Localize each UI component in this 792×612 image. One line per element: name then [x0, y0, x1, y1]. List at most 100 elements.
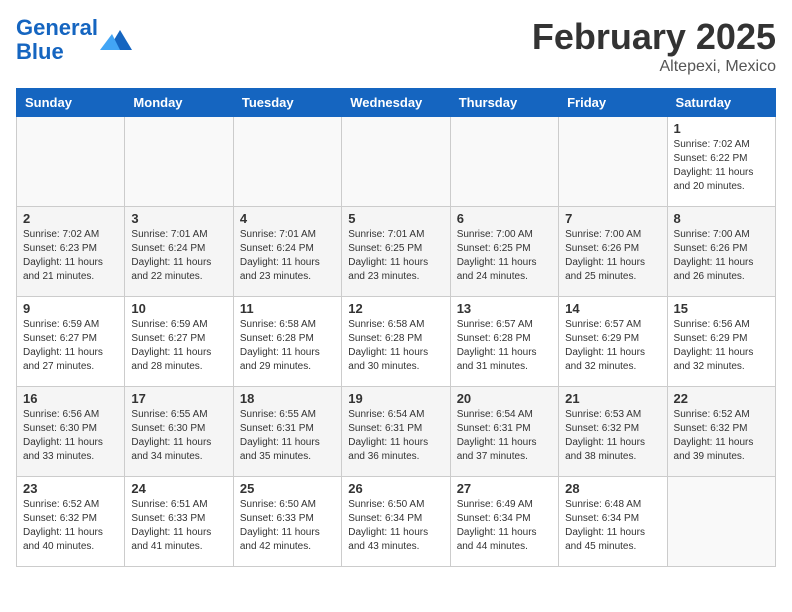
calendar-cell	[233, 117, 341, 207]
day-number: 8	[674, 211, 769, 226]
day-info: Sunrise: 6:59 AMSunset: 6:27 PMDaylight:…	[131, 318, 226, 374]
day-info: Sunrise: 6:52 AMSunset: 6:32 PMDaylight:…	[674, 408, 769, 464]
calendar-cell: 3 Sunrise: 7:01 AMSunset: 6:24 PMDaylight…	[125, 207, 233, 297]
page-header: General Blue February 2025 Altepexi, Mex…	[16, 16, 776, 76]
day-info: Sunrise: 6:48 AMSunset: 6:34 PMDaylight:…	[565, 498, 660, 554]
calendar-cell: 28 Sunrise: 6:48 AMSunset: 6:34 PMDayligh…	[559, 477, 667, 567]
logo-icon	[100, 26, 132, 54]
day-header-tuesday: Tuesday	[233, 89, 341, 117]
calendar-cell: 17Sunrise: 6:55 AMSunset: 6:30 PMDayligh…	[125, 387, 233, 477]
day-info: Sunrise: 7:02 AMSunset: 6:22 PMDaylight:…	[674, 138, 769, 194]
day-info: Sunrise: 6:59 AMSunset: 6:27 PMDaylight:…	[23, 318, 118, 374]
calendar-cell: 1 Sunrise: 7:02 AMSunset: 6:22 PMDaylight…	[667, 117, 775, 207]
day-info: Sunrise: 6:58 AMSunset: 6:28 PMDaylight:…	[240, 318, 335, 374]
day-info: Sunrise: 6:50 AMSunset: 6:33 PMDaylight:…	[240, 498, 335, 554]
day-number: 14	[565, 301, 660, 316]
day-info: Sunrise: 7:01 AMSunset: 6:24 PMDaylight:…	[131, 228, 226, 284]
day-info: Sunrise: 6:55 AMSunset: 6:31 PMDaylight:…	[240, 408, 335, 464]
day-header-saturday: Saturday	[667, 89, 775, 117]
day-number: 28	[565, 481, 660, 496]
calendar-subtitle: Altepexi, Mexico	[532, 58, 776, 76]
day-info: Sunrise: 6:54 AMSunset: 6:31 PMDaylight:…	[348, 408, 443, 464]
day-number: 13	[457, 301, 552, 316]
calendar-cell: 18 Sunrise: 6:55 AMSunset: 6:31 PMDayligh…	[233, 387, 341, 477]
day-header-wednesday: Wednesday	[342, 89, 450, 117]
calendar-cell	[450, 117, 558, 207]
day-info: Sunrise: 6:56 AMSunset: 6:29 PMDaylight:…	[674, 318, 769, 374]
day-info: Sunrise: 6:49 AMSunset: 6:34 PMDaylight:…	[457, 498, 552, 554]
day-info: Sunrise: 7:00 AMSunset: 6:26 PMDaylight:…	[674, 228, 769, 284]
calendar-cell: 27 Sunrise: 6:49 AMSunset: 6:34 PMDayligh…	[450, 477, 558, 567]
day-number: 16	[23, 391, 118, 406]
calendar-table: SundayMondayTuesdayWednesdayThursdayFrid…	[16, 88, 776, 567]
calendar-cell: 26 Sunrise: 6:50 AMSunset: 6:34 PMDayligh…	[342, 477, 450, 567]
calendar-cell: 20 Sunrise: 6:54 AMSunset: 6:31 PMDayligh…	[450, 387, 558, 477]
day-number: 23	[23, 481, 118, 496]
day-info: Sunrise: 6:54 AMSunset: 6:31 PMDaylight:…	[457, 408, 552, 464]
calendar-cell: 4 Sunrise: 7:01 AMSunset: 6:24 PMDaylight…	[233, 207, 341, 297]
calendar-cell: 6Sunrise: 7:00 AMSunset: 6:25 PMDaylight…	[450, 207, 558, 297]
calendar-cell: 8 Sunrise: 7:00 AMSunset: 6:26 PMDaylight…	[667, 207, 775, 297]
week-row-3: 9 Sunrise: 6:59 AMSunset: 6:27 PMDaylight…	[17, 297, 776, 387]
calendar-cell	[125, 117, 233, 207]
day-number: 7	[565, 211, 660, 226]
day-info: Sunrise: 7:01 AMSunset: 6:24 PMDaylight:…	[240, 228, 335, 284]
week-row-2: 2 Sunrise: 7:02 AMSunset: 6:23 PMDaylight…	[17, 207, 776, 297]
day-info: Sunrise: 6:51 AMSunset: 6:33 PMDaylight:…	[131, 498, 226, 554]
day-number: 20	[457, 391, 552, 406]
calendar-cell	[342, 117, 450, 207]
day-info: Sunrise: 6:58 AMSunset: 6:28 PMDaylight:…	[348, 318, 443, 374]
calendar-cell: 16 Sunrise: 6:56 AMSunset: 6:30 PMDayligh…	[17, 387, 125, 477]
day-info: Sunrise: 6:57 AMSunset: 6:29 PMDaylight:…	[565, 318, 660, 374]
day-info: Sunrise: 6:57 AMSunset: 6:28 PMDaylight:…	[457, 318, 552, 374]
day-number: 27	[457, 481, 552, 496]
calendar-cell: 11Sunrise: 6:58 AMSunset: 6:28 PMDayligh…	[233, 297, 341, 387]
day-info: Sunrise: 6:55 AMSunset: 6:30 PMDaylight:…	[131, 408, 226, 464]
calendar-cell: 23 Sunrise: 6:52 AMSunset: 6:32 PMDayligh…	[17, 477, 125, 567]
day-number: 3	[131, 211, 226, 226]
day-info: Sunrise: 6:56 AMSunset: 6:30 PMDaylight:…	[23, 408, 118, 464]
calendar-cell: 14 Sunrise: 6:57 AMSunset: 6:29 PMDayligh…	[559, 297, 667, 387]
week-row-4: 16 Sunrise: 6:56 AMSunset: 6:30 PMDayligh…	[17, 387, 776, 477]
day-info: Sunrise: 6:53 AMSunset: 6:32 PMDaylight:…	[565, 408, 660, 464]
calendar-cell: 7Sunrise: 7:00 AMSunset: 6:26 PMDaylight…	[559, 207, 667, 297]
day-number: 10	[131, 301, 226, 316]
day-header-thursday: Thursday	[450, 89, 558, 117]
day-number: 18	[240, 391, 335, 406]
calendar-cell: 5Sunrise: 7:01 AMSunset: 6:25 PMDaylight…	[342, 207, 450, 297]
calendar-cell	[559, 117, 667, 207]
day-number: 26	[348, 481, 443, 496]
day-info: Sunrise: 6:52 AMSunset: 6:32 PMDaylight:…	[23, 498, 118, 554]
day-number: 1	[674, 121, 769, 136]
day-number: 25	[240, 481, 335, 496]
calendar-cell: 13 Sunrise: 6:57 AMSunset: 6:28 PMDayligh…	[450, 297, 558, 387]
day-number: 2	[23, 211, 118, 226]
day-number: 15	[674, 301, 769, 316]
title-block: February 2025 Altepexi, Mexico	[532, 16, 776, 76]
day-header-friday: Friday	[559, 89, 667, 117]
day-number: 21	[565, 391, 660, 406]
day-header-monday: Monday	[125, 89, 233, 117]
day-number: 12	[348, 301, 443, 316]
calendar-cell	[17, 117, 125, 207]
calendar-cell: 24 Sunrise: 6:51 AMSunset: 6:33 PMDayligh…	[125, 477, 233, 567]
day-info: Sunrise: 7:01 AMSunset: 6:25 PMDaylight:…	[348, 228, 443, 284]
week-row-5: 23 Sunrise: 6:52 AMSunset: 6:32 PMDayligh…	[17, 477, 776, 567]
logo: General Blue	[16, 16, 132, 64]
day-info: Sunrise: 7:02 AMSunset: 6:23 PMDaylight:…	[23, 228, 118, 284]
calendar-cell	[667, 477, 775, 567]
day-number: 4	[240, 211, 335, 226]
calendar-cell: 21 Sunrise: 6:53 AMSunset: 6:32 PMDayligh…	[559, 387, 667, 477]
day-info: Sunrise: 6:50 AMSunset: 6:34 PMDaylight:…	[348, 498, 443, 554]
day-number: 19	[348, 391, 443, 406]
calendar-cell: 19 Sunrise: 6:54 AMSunset: 6:31 PMDayligh…	[342, 387, 450, 477]
day-number: 9	[23, 301, 118, 316]
calendar-cell: 9 Sunrise: 6:59 AMSunset: 6:27 PMDaylight…	[17, 297, 125, 387]
calendar-cell: 10 Sunrise: 6:59 AMSunset: 6:27 PMDayligh…	[125, 297, 233, 387]
calendar-cell: 12 Sunrise: 6:58 AMSunset: 6:28 PMDayligh…	[342, 297, 450, 387]
day-number: 24	[131, 481, 226, 496]
week-row-1: 1 Sunrise: 7:02 AMSunset: 6:22 PMDaylight…	[17, 117, 776, 207]
calendar-cell: 2 Sunrise: 7:02 AMSunset: 6:23 PMDaylight…	[17, 207, 125, 297]
calendar-cell: 25 Sunrise: 6:50 AMSunset: 6:33 PMDayligh…	[233, 477, 341, 567]
calendar-cell: 15 Sunrise: 6:56 AMSunset: 6:29 PMDayligh…	[667, 297, 775, 387]
